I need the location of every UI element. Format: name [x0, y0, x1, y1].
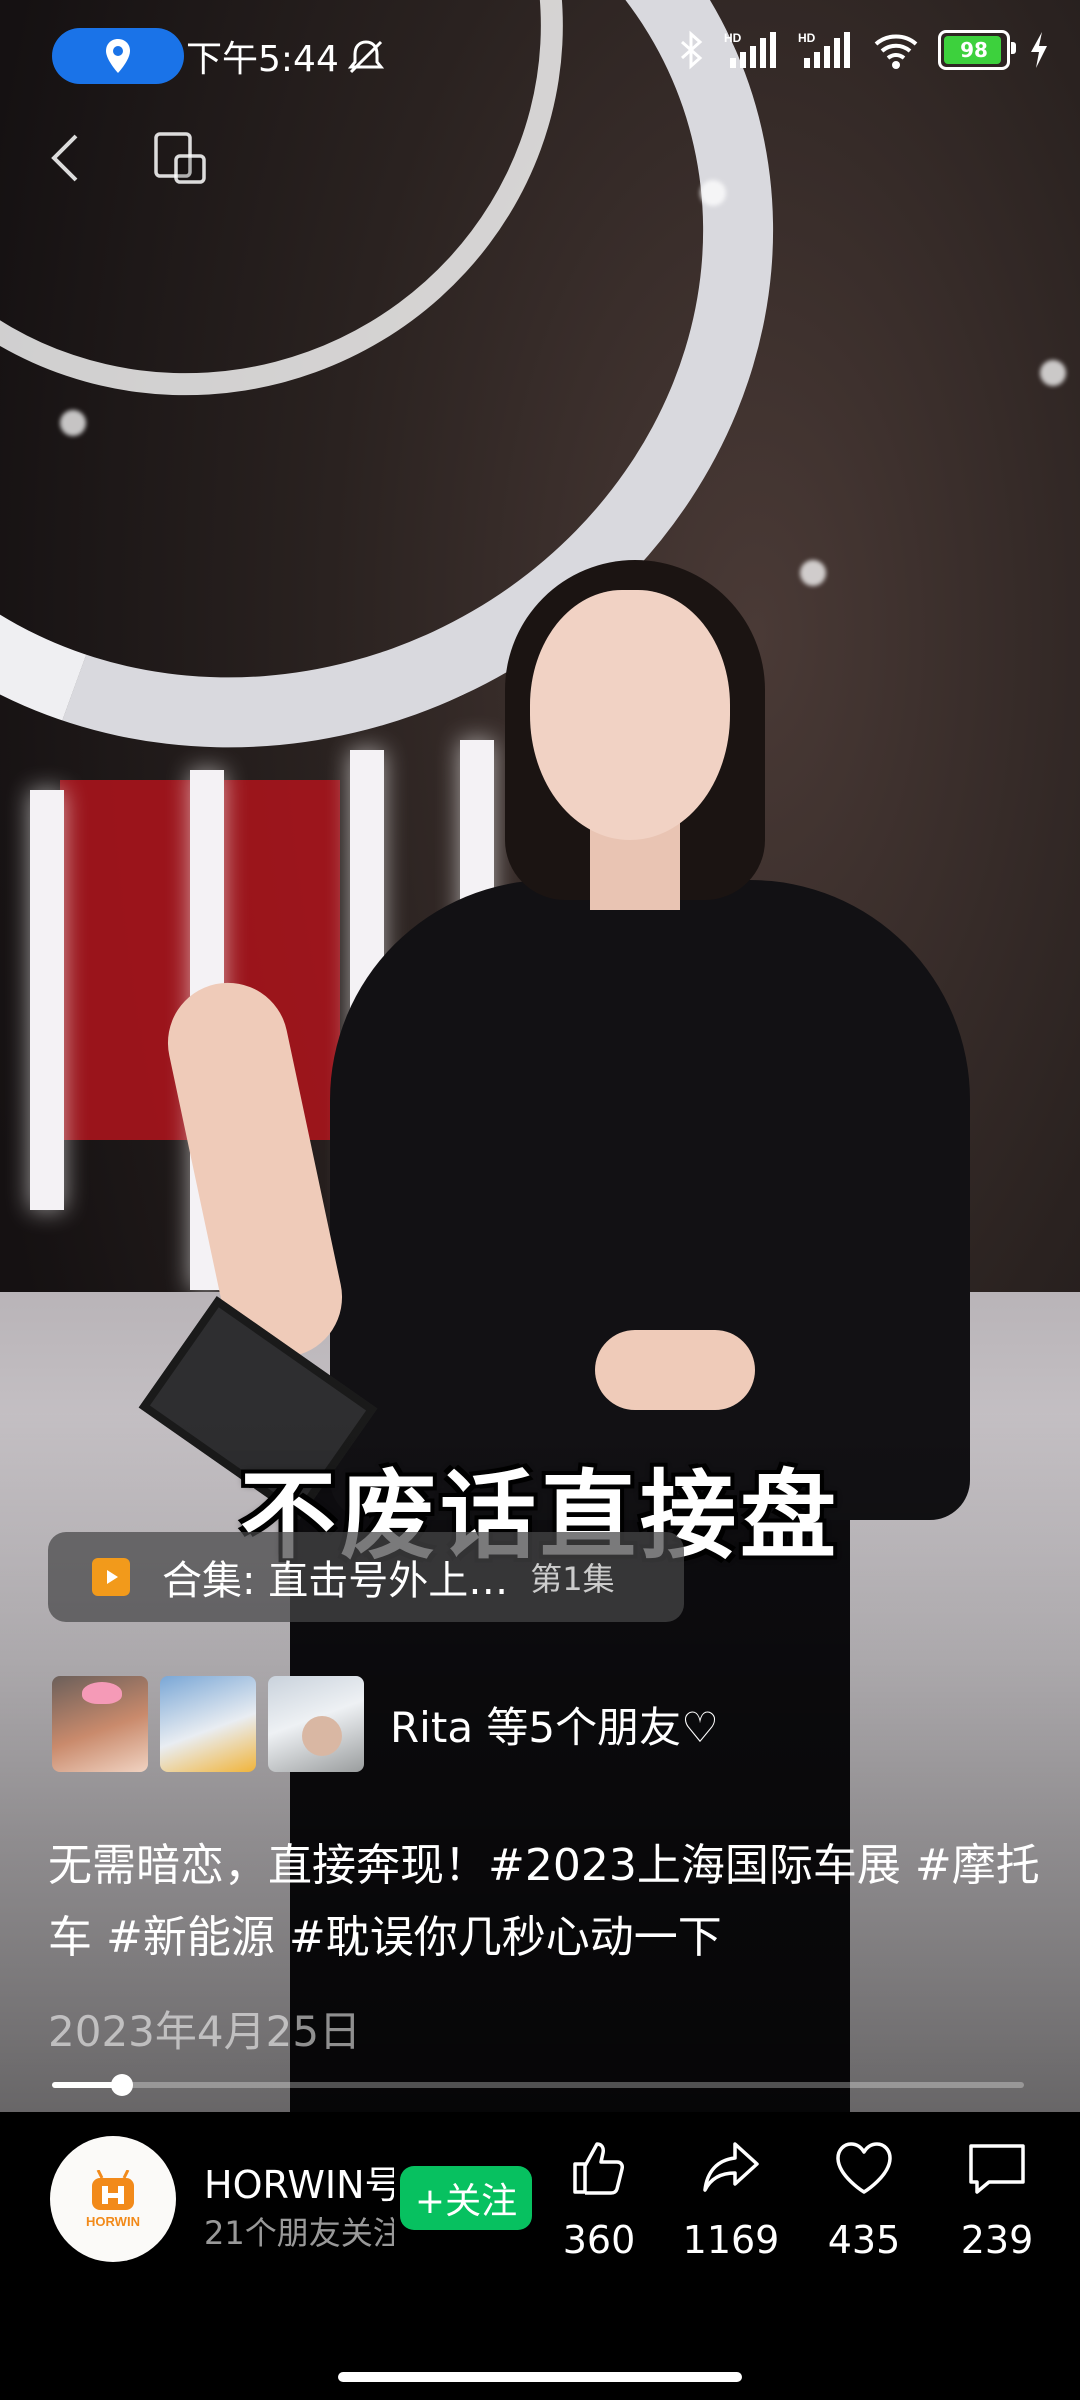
heart-icon: [836, 2142, 892, 2194]
comment-button[interactable]: 239: [942, 2136, 1052, 2262]
back-arrow-icon[interactable]: [38, 128, 98, 188]
battery-level: 98: [960, 38, 988, 62]
location-indicator[interactable]: [52, 28, 184, 84]
floating-window-icon[interactable]: [150, 128, 210, 188]
ceiling-light: [1040, 360, 1066, 386]
progress-knob[interactable]: [110, 2074, 133, 2096]
status-time: 下午5:44: [186, 39, 339, 80]
favorite-button[interactable]: 435: [809, 2136, 919, 2262]
like-button[interactable]: 360: [544, 2136, 654, 2262]
bottom-action-bar: HORWIN HORWIN号 21个朋友关注 +关注 360 1169 435: [0, 2112, 1080, 2400]
bluetooth-icon: [681, 30, 703, 70]
ceiling-light: [60, 410, 86, 436]
light-pillar: [30, 790, 64, 1210]
comment-count: 239: [960, 2218, 1034, 2262]
account-avatar[interactable]: HORWIN: [50, 2136, 176, 2262]
collection-icon: [92, 1558, 130, 1596]
collection-episode: 第1集: [530, 1560, 615, 1598]
video-description[interactable]: 无需暗恋，直接奔现！#2023上海国际车展 #摩托车 #新能源 #耽误你几秒心动…: [48, 1830, 1048, 1974]
horwin-logo-icon: [92, 2169, 134, 2210]
location-icon: [106, 39, 130, 73]
progress-bar[interactable]: [52, 2074, 1024, 2096]
friends-liked-text: Rita 等5个朋友♡: [390, 1702, 719, 1752]
friends-liked-row[interactable]: Rita 等5个朋友♡: [52, 1676, 719, 1772]
wifi-icon: [874, 34, 918, 69]
account-logo-text: HORWIN: [86, 2213, 140, 2229]
collection-title: 合集: 直击号外上…: [162, 1558, 509, 1604]
charging-icon: [1031, 32, 1047, 68]
friend-avatar: [160, 1676, 256, 1772]
ceiling-light: [700, 180, 726, 206]
person-face: [530, 590, 730, 840]
share-arrow-icon: [703, 2142, 759, 2192]
mute-icon: [347, 40, 385, 74]
share-button[interactable]: 1169: [676, 2136, 786, 2262]
friend-avatar: [268, 1676, 364, 1772]
ceiling-light: [800, 560, 826, 586]
collection-pill[interactable]: 合集: 直击号外上… 第1集: [48, 1532, 684, 1622]
friend-avatar: [52, 1676, 148, 1772]
share-count: 1169: [682, 2218, 780, 2262]
svg-text:HD: HD: [798, 31, 816, 45]
thumbs-up-icon: [573, 2142, 624, 2195]
post-date: 2023年4月25日: [48, 2007, 362, 2056]
follow-button[interactable]: +关注: [400, 2166, 532, 2230]
comment-bubble-icon: [969, 2144, 1025, 2194]
status-right-group: HD HD 98: [676, 30, 1050, 70]
account-name[interactable]: HORWIN号: [204, 2154, 394, 2209]
favorite-count: 435: [827, 2218, 901, 2262]
person-hand: [595, 1330, 755, 1410]
home-indicator[interactable]: [338, 2372, 742, 2382]
video-screen: 下午5:44 HD HD 98 不废话直接盘 合集: 直击号外上… 第1集 Ri…: [0, 0, 1080, 2400]
hd-signal-icon: HD: [798, 31, 850, 68]
hd-signal-icon: HD: [724, 31, 776, 68]
like-count: 360: [562, 2218, 636, 2262]
account-followers: 21个朋友关注: [204, 2214, 394, 2252]
battery-icon: 98: [938, 30, 1016, 70]
video-player[interactable]: [0, 0, 1080, 2112]
status-bar: 下午5:44 HD HD 98: [0, 0, 1080, 110]
svg-text:HD: HD: [724, 31, 742, 45]
